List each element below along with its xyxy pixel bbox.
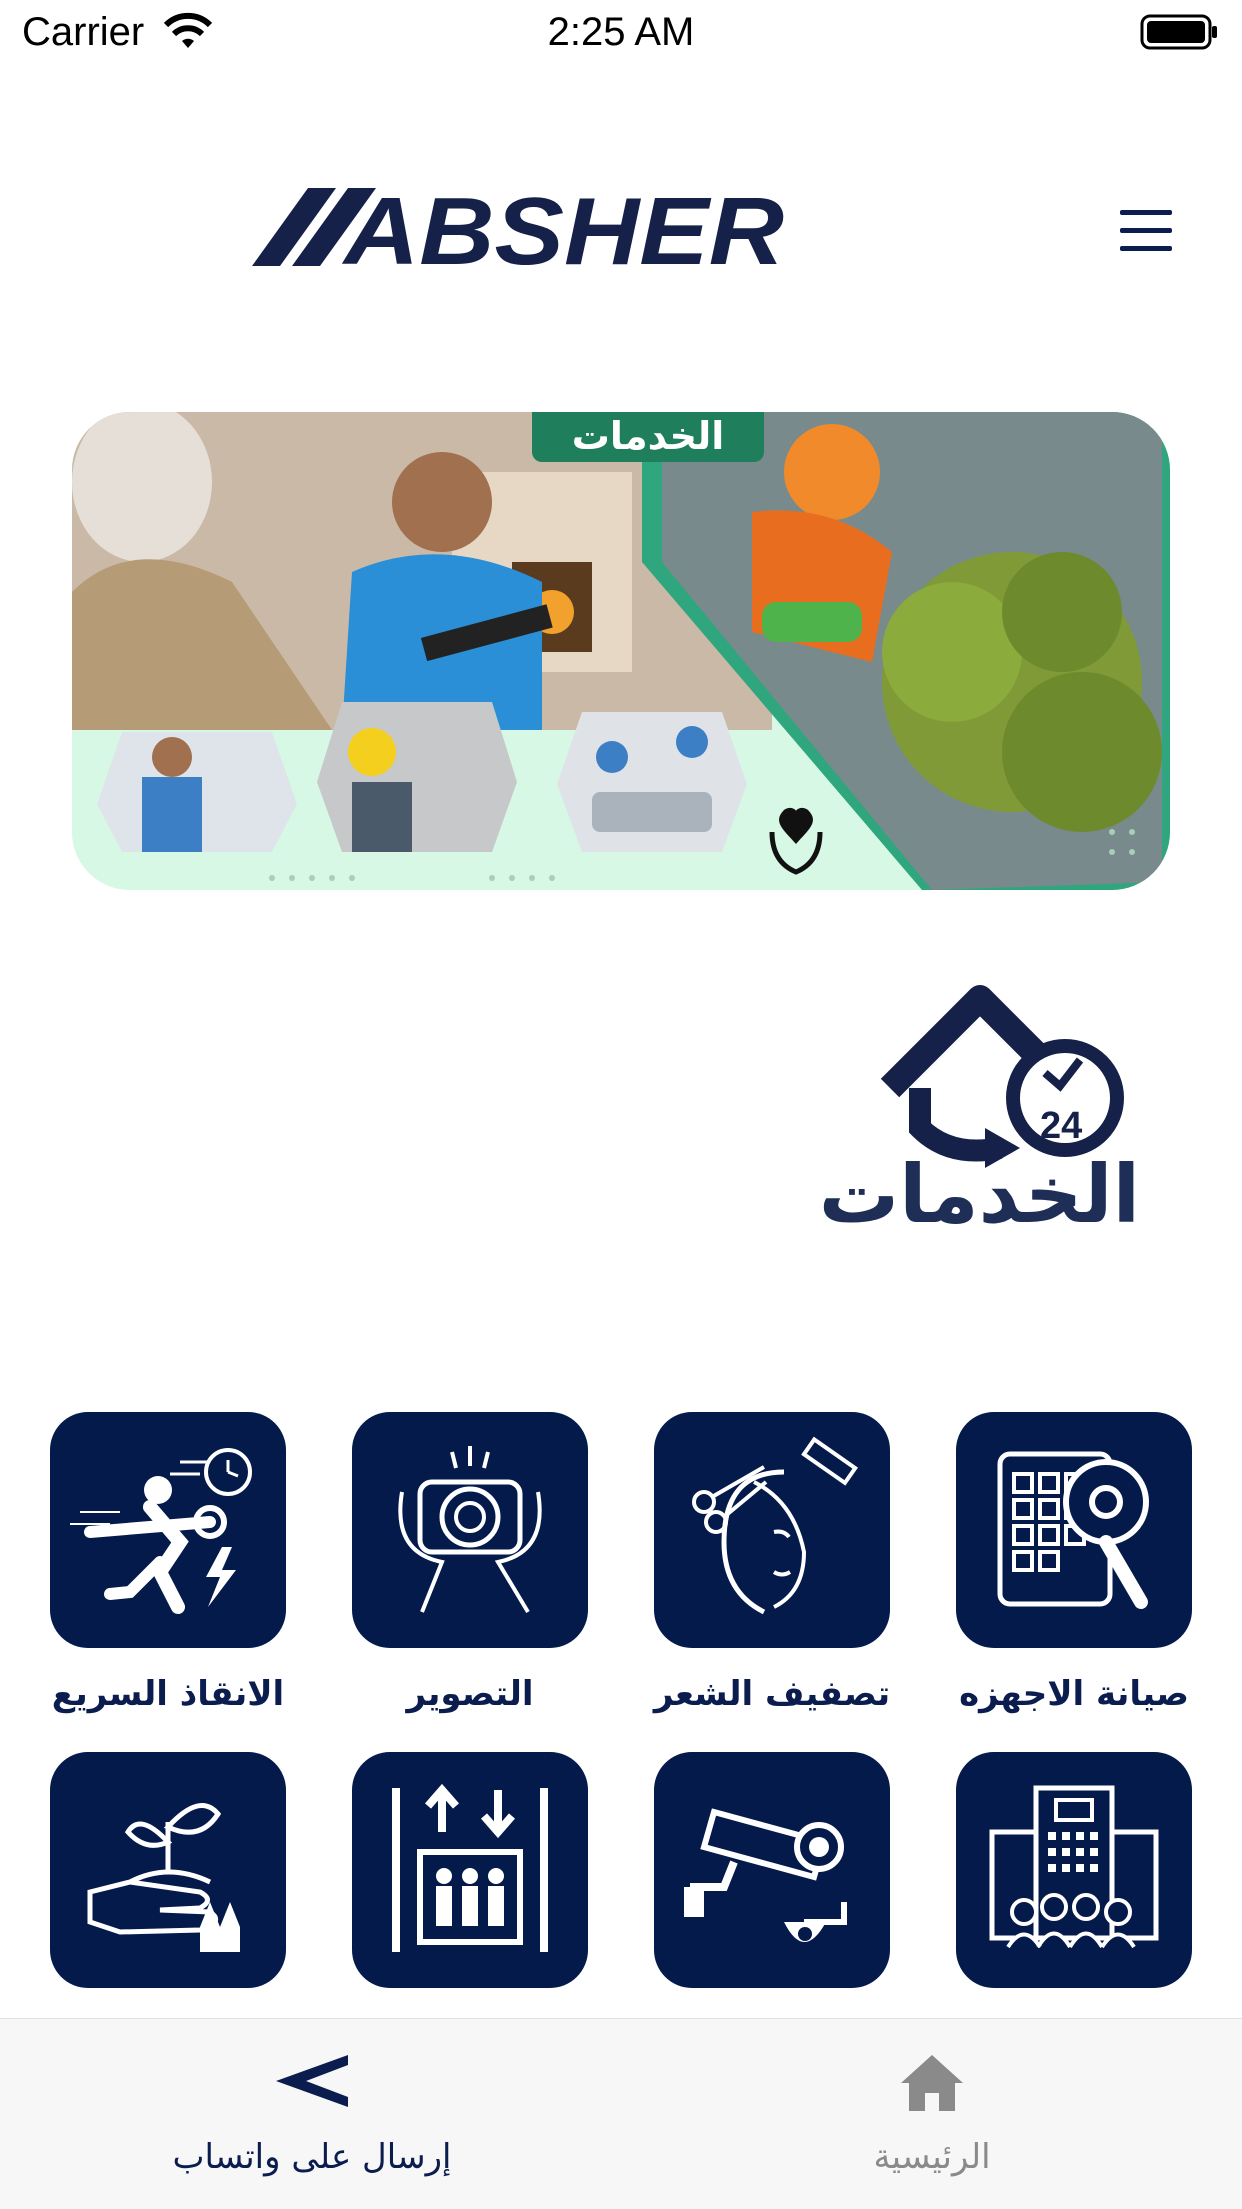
hair-styling-icon: [692, 1436, 859, 1615]
hex-movers: [557, 712, 747, 852]
bottom-tab-bar: إرسال على واتساب الرئيسية: [0, 2018, 1242, 2209]
clock-time: 2:25 AM: [547, 10, 695, 54]
hex-electrician: [317, 702, 517, 852]
quick-rescue-icon: [70, 1448, 252, 1614]
tile-label-appliance-repair: صيانة الاجهزه: [959, 1674, 1189, 1714]
gardening-icon: [87, 1803, 240, 1952]
home-icon: [901, 2055, 963, 2111]
absher-logo: ABSHER: [252, 182, 784, 272]
tile-building-maintenance[interactable]: [956, 1752, 1192, 1988]
tab-home[interactable]: الرئيسية: [682, 2019, 1182, 2209]
tile-label-quick-rescue: الانقاذ السريع: [51, 1674, 285, 1714]
services-brand-title: الخدمات: [818, 1148, 1140, 1241]
hamburger-menu-icon[interactable]: [1112, 206, 1180, 258]
banner-badge: الخدمات: [532, 412, 764, 462]
send-arrow-icon: [276, 2055, 348, 2107]
tab-label-home: الرئيسية: [873, 2137, 991, 2177]
tile-gardening[interactable]: [50, 1752, 286, 1988]
hex-plumber: [97, 732, 297, 852]
tile-photography[interactable]: [352, 1412, 588, 1648]
home-24h-service-icon: 24: [880, 985, 1124, 1168]
tile-elevator[interactable]: [352, 1752, 588, 1988]
tile-label-photography: التصوير: [406, 1674, 534, 1714]
tile-security-camera[interactable]: [654, 1752, 890, 1988]
tile-appliance-repair[interactable]: [956, 1412, 1192, 1648]
banner-illustration: [72, 412, 1170, 890]
tab-send-whatsapp[interactable]: إرسال على واتساب: [62, 2019, 562, 2209]
security-camera-icon: [684, 1808, 847, 1942]
status-bar: Carrier 2:25 AM: [0, 0, 1242, 66]
tile-quick-rescue[interactable]: [50, 1412, 286, 1648]
elevator-icon: [392, 1783, 548, 1952]
services-brand-block: 24 الخدمات: [818, 978, 1150, 1258]
tile-hair-styling[interactable]: [654, 1412, 890, 1648]
services-banner[interactable]: الخدمات: [72, 412, 1170, 890]
tab-label-whatsapp: إرسال على واتساب: [172, 2137, 452, 2177]
tile-label-hair-styling: تصفيف الشعر: [653, 1674, 891, 1714]
battery-icon: [1140, 14, 1217, 50]
building-maintenance-icon: [989, 1785, 1159, 1949]
logo-text: ABSHER: [342, 182, 784, 272]
appliance-repair-icon: [997, 1451, 1149, 1609]
brand-24-text: 24: [1040, 1105, 1082, 1147]
camera-photography-icon: [398, 1446, 542, 1614]
